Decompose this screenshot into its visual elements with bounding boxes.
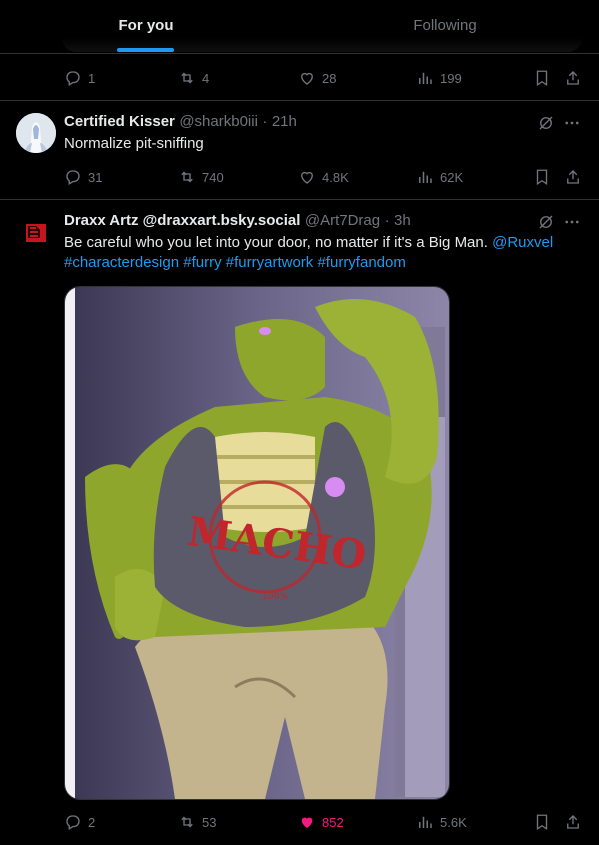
post-previous: 1 4 28 199 bbox=[0, 54, 599, 101]
post-text: Be careful who you let into your door, n… bbox=[64, 233, 584, 273]
like-button-active[interactable]: 852 bbox=[298, 812, 344, 832]
views-button[interactable]: 62K bbox=[416, 167, 463, 187]
post-text-body: Be careful who you let into your door, n… bbox=[64, 234, 493, 251]
avatar-logo bbox=[26, 224, 46, 242]
reply-button[interactable]: 31 bbox=[64, 167, 102, 187]
views-count: 199 bbox=[440, 70, 462, 86]
post-text: Normalize pit-sniffing bbox=[64, 135, 204, 152]
reply-count: 1 bbox=[88, 70, 96, 86]
grok-button[interactable] bbox=[536, 212, 556, 232]
repost-count: 53 bbox=[202, 814, 217, 830]
heart-icon bbox=[301, 72, 313, 85]
like-count: 4.8K bbox=[322, 169, 349, 185]
character-illustration: MACHO 100% bbox=[65, 287, 449, 799]
views-count: 62K bbox=[440, 169, 464, 185]
repost-button[interactable]: 740 bbox=[178, 167, 224, 187]
tab-following[interactable]: Following bbox=[345, 0, 545, 53]
post-draxx-artz[interactable]: Draxx Artz @draxxart.bsky.social @Art7Dr… bbox=[0, 200, 599, 845]
reply-button[interactable]: 1 bbox=[64, 68, 95, 88]
reply-icon bbox=[66, 815, 80, 830]
post-header: Draxx Artz @draxxart.bsky.social @Art7Dr… bbox=[64, 211, 411, 231]
hashtag-link[interactable]: #furryfandom bbox=[317, 254, 405, 271]
repost-icon bbox=[181, 816, 193, 828]
author-handle[interactable]: @sharkb0iii bbox=[179, 113, 258, 130]
repost-count: 740 bbox=[202, 169, 224, 185]
share-button[interactable] bbox=[564, 812, 582, 832]
hashtag-link[interactable]: #characterdesign bbox=[64, 254, 179, 271]
hashtag-link[interactable]: #furryartwork bbox=[226, 254, 314, 271]
post-certified-kisser[interactable]: Certified Kisser @sharkb0iii · 21h Norma… bbox=[0, 101, 599, 200]
more-dots-icon bbox=[565, 121, 579, 125]
reply-button[interactable]: 2 bbox=[64, 812, 95, 832]
post-time[interactable]: 21h bbox=[272, 113, 297, 130]
post-actions: 2 53 852 5.6K bbox=[0, 812, 599, 832]
grok-icon bbox=[539, 116, 553, 130]
hashtag-link[interactable]: #furry bbox=[183, 254, 221, 271]
like-button[interactable]: 4.8K bbox=[298, 167, 349, 187]
share-button[interactable] bbox=[564, 68, 582, 88]
reply-icon bbox=[66, 71, 80, 86]
reply-icon bbox=[66, 170, 80, 185]
more-options-button[interactable] bbox=[562, 113, 582, 133]
views-chart-icon bbox=[419, 171, 432, 183]
share-icon bbox=[567, 71, 579, 85]
bookmark-button[interactable] bbox=[533, 167, 551, 187]
avatar[interactable] bbox=[16, 212, 56, 252]
bookmark-icon bbox=[536, 169, 548, 186]
tab-for-you[interactable]: For you bbox=[60, 0, 232, 53]
author-name[interactable]: Certified Kisser bbox=[64, 113, 175, 130]
bookmark-icon bbox=[536, 814, 548, 831]
more-options-button[interactable] bbox=[562, 212, 582, 232]
author-handle[interactable]: @Art7Drag bbox=[305, 212, 380, 229]
timeline-tabs: For you Following bbox=[0, 0, 599, 54]
post-time[interactable]: 3h bbox=[394, 212, 411, 229]
views-chart-icon bbox=[419, 72, 432, 84]
share-icon bbox=[567, 170, 579, 184]
reply-count: 31 bbox=[88, 169, 103, 185]
author-name[interactable]: Draxx Artz @draxxart.bsky.social bbox=[64, 212, 300, 229]
like-button[interactable]: 28 bbox=[298, 68, 336, 88]
grok-button[interactable] bbox=[536, 113, 556, 133]
repost-button[interactable]: 53 bbox=[178, 812, 216, 832]
active-tab-indicator bbox=[117, 48, 174, 52]
post-media-image[interactable]: MACHO 100% bbox=[64, 286, 450, 800]
repost-icon bbox=[181, 171, 193, 183]
mention-link[interactable]: @Ruxvel bbox=[492, 234, 553, 251]
avatar-image bbox=[16, 113, 56, 153]
post-actions: 31 740 4.8K 62K bbox=[0, 167, 599, 187]
share-button[interactable] bbox=[564, 167, 582, 187]
repost-count: 4 bbox=[202, 70, 210, 86]
post-actions: 1 4 28 199 bbox=[0, 68, 599, 88]
avatar[interactable] bbox=[16, 113, 56, 153]
bookmark-button[interactable] bbox=[533, 812, 551, 832]
more-dots-icon bbox=[565, 220, 579, 224]
views-count: 5.6K bbox=[440, 814, 467, 830]
views-button[interactable]: 199 bbox=[416, 68, 462, 88]
bookmark-icon bbox=[536, 70, 548, 87]
repost-icon bbox=[181, 72, 193, 84]
heart-filled-icon bbox=[301, 817, 313, 828]
separator: · bbox=[384, 212, 390, 229]
shirt-small-text: 100% bbox=[262, 592, 288, 602]
reply-count: 2 bbox=[88, 814, 96, 830]
heart-icon bbox=[301, 171, 313, 184]
repost-button[interactable]: 4 bbox=[178, 68, 209, 88]
separator: · bbox=[262, 113, 268, 130]
bookmark-button[interactable] bbox=[533, 68, 551, 88]
views-chart-icon bbox=[419, 816, 432, 828]
post-header: Certified Kisser @sharkb0iii · 21h bbox=[64, 112, 297, 132]
views-button[interactable]: 5.6K bbox=[416, 812, 467, 832]
like-count: 852 bbox=[322, 814, 344, 830]
share-icon bbox=[567, 815, 579, 829]
grok-icon bbox=[539, 215, 553, 229]
like-count: 28 bbox=[322, 70, 337, 86]
